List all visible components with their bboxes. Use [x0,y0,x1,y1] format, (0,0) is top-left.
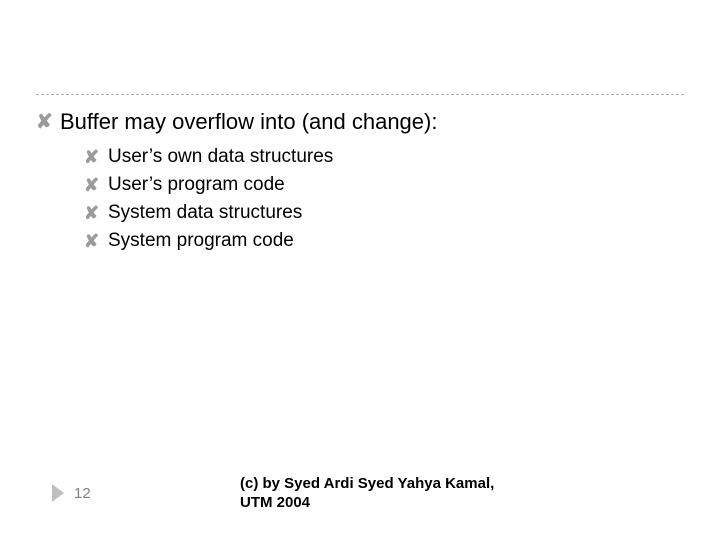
sub-point-text: User’s program code [108,172,285,198]
bullet-level1: ✘ Buffer may overflow into (and change): [36,108,684,136]
bullet-glyph-icon: ✘ [84,200,108,226]
divider-line [36,94,684,95]
sub-point-text: User’s own data structures [108,144,333,170]
bullet-glyph-icon: ✘ [84,144,108,170]
page-number: 12 [74,484,91,504]
bullet-glyph-icon: ✘ [84,228,108,254]
sub-point-text: System program code [108,228,294,254]
bullet-glyph-icon: ✘ [84,172,108,198]
bullet-level2: ✘ User’s own data structures [84,144,684,170]
bullet-level2: ✘ User’s program code [84,172,684,198]
sub-point-text: System data structures [108,200,302,226]
bullet-level2: ✘ System program code [84,228,684,254]
bullet-level2: ✘ System data structures [84,200,684,226]
copyright-text: (c) by Syed Ardi Syed Yahya Kamal, UTM 2… [240,474,530,512]
main-point-text: Buffer may overflow into (and change): [60,108,437,136]
slide: ✘ Buffer may overflow into (and change):… [0,0,720,540]
footer: 12 (c) by Syed Ardi Syed Yahya Kamal, UT… [0,474,720,514]
page-marker-icon [52,484,66,502]
content-area: ✘ Buffer may overflow into (and change):… [36,108,684,256]
sub-point-list: ✘ User’s own data structures ✘ User’s pr… [84,144,684,254]
bullet-glyph-icon: ✘ [36,108,60,136]
